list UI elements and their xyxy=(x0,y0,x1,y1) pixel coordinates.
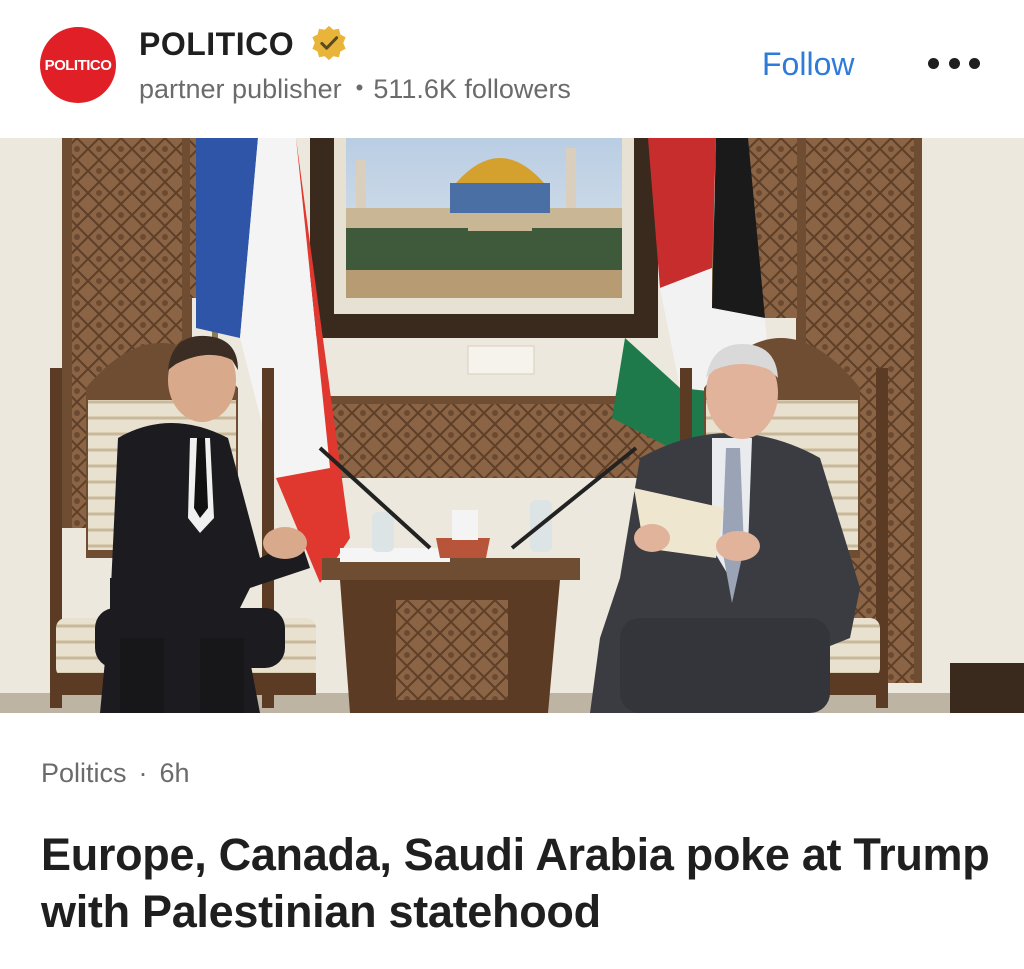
meta-dot: • xyxy=(355,75,364,100)
publisher-followers: 511.6K followers xyxy=(373,74,571,104)
post-age: 6h xyxy=(159,758,190,788)
category-label[interactable]: Politics xyxy=(41,758,127,788)
publisher-meta: partner publisher • 511.6K followers xyxy=(139,74,571,105)
post-meta: Politics · 6h xyxy=(41,758,190,789)
publisher-logo[interactable]: POLITICO xyxy=(40,27,116,103)
meta-separator: · xyxy=(138,758,148,788)
article-photo[interactable] xyxy=(0,138,1024,713)
publisher-logo-text: POLITICO xyxy=(44,56,112,74)
publisher-role: partner publisher xyxy=(139,74,342,104)
publisher-name[interactable]: POLITICO xyxy=(139,26,294,63)
follow-button[interactable]: Follow xyxy=(762,46,854,83)
more-horizontal-icon[interactable] xyxy=(928,50,980,76)
article-headline[interactable]: Europe, Canada, Saudi Arabia poke at Tru… xyxy=(41,826,1001,940)
post-header: POLITICO POLITICO partner publisher • 511.… xyxy=(0,0,1024,138)
verified-badge-icon xyxy=(312,25,346,61)
